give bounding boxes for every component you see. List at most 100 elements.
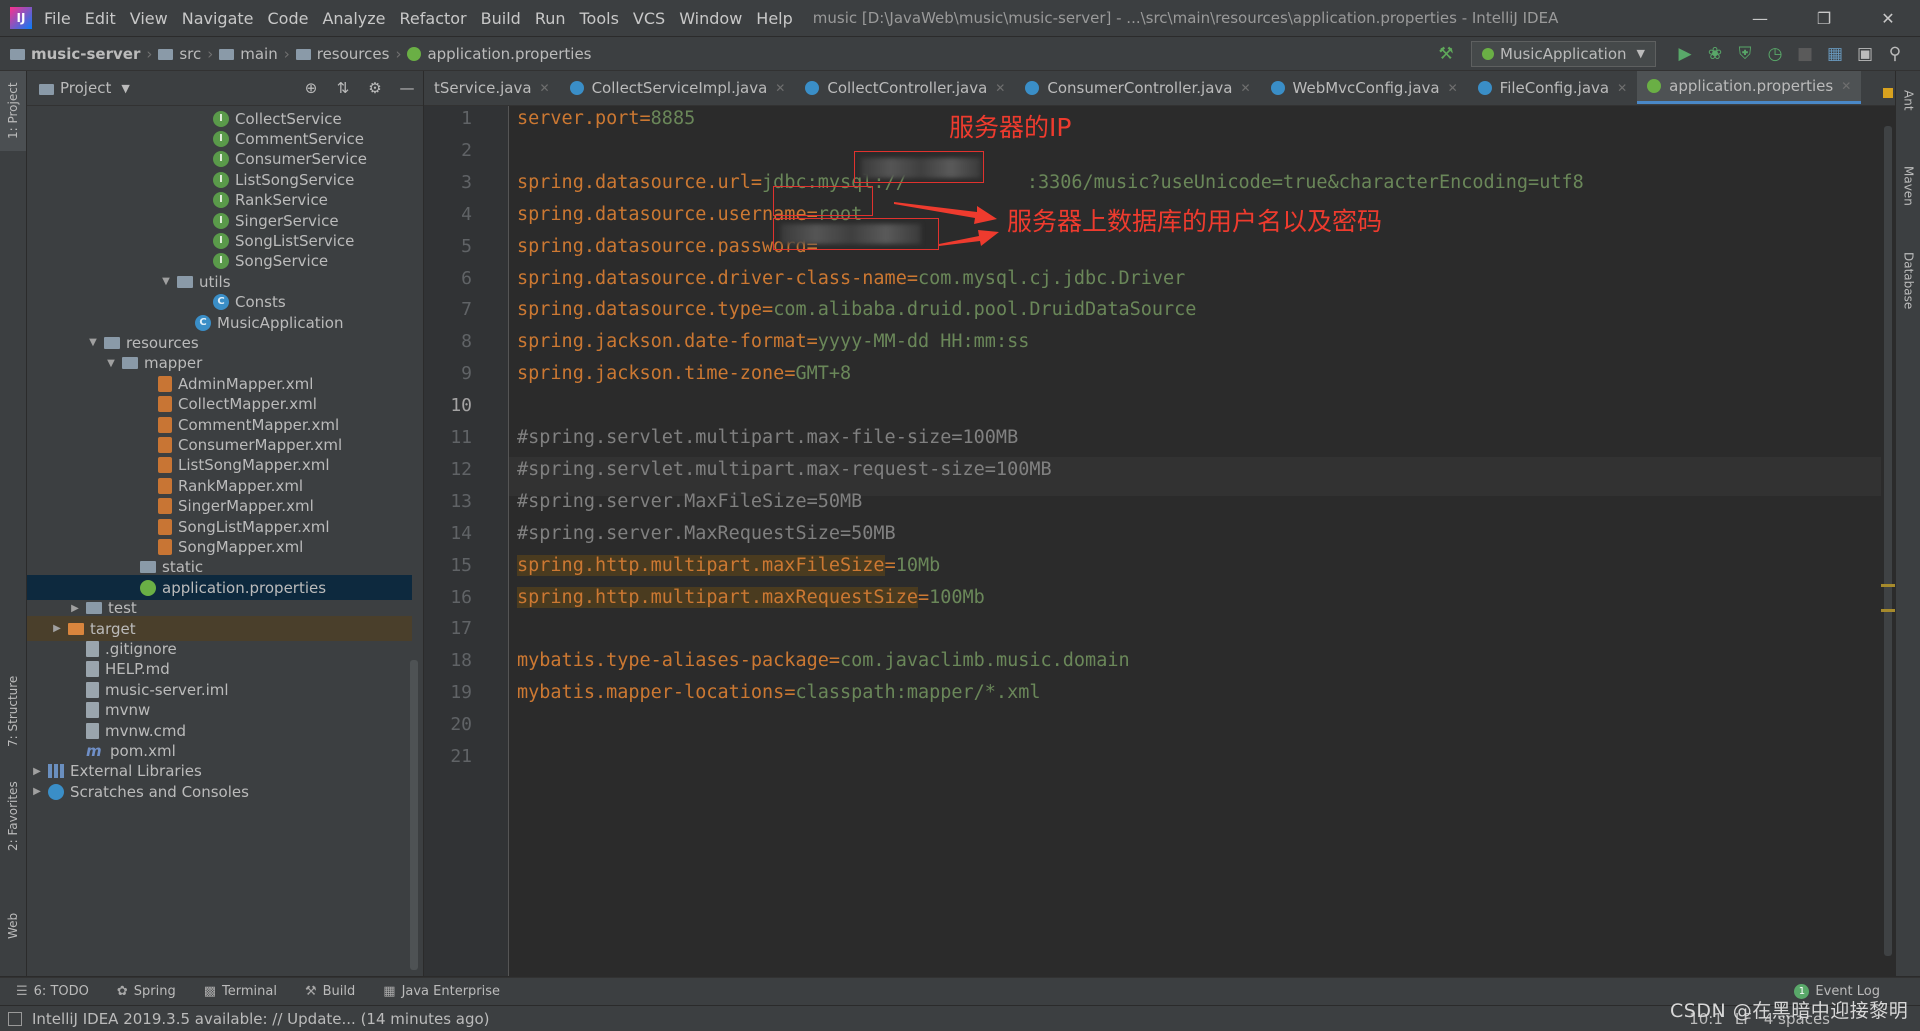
collapsed-arrow-icon[interactable]: ▶ xyxy=(30,766,44,777)
code-editor[interactable]: server.port=8885 spring.datasource.url=jd… xyxy=(509,106,1881,976)
gear-icon[interactable]: ⚙ xyxy=(359,79,391,97)
menu-vcs[interactable]: VCS xyxy=(633,9,665,28)
spring-tool-button[interactable]: ✿ Spring xyxy=(117,984,176,999)
build-tool-button[interactable]: ⚒ Build xyxy=(305,984,355,999)
menu-analyze[interactable]: Analyze xyxy=(322,9,385,28)
menu-file[interactable]: File xyxy=(44,9,71,28)
database-tool-tab[interactable]: Database xyxy=(1896,231,1920,331)
terminal-tool-button[interactable]: ▩ Terminal xyxy=(204,984,277,999)
menu-run[interactable]: Run xyxy=(535,9,566,28)
debug-icon[interactable]: ❀ xyxy=(1700,44,1730,64)
property-value: com.mysql.cj.jdbc.Driver xyxy=(917,267,1186,289)
run-configuration-select[interactable]: MusicApplication ▼ xyxy=(1471,40,1656,67)
breadcrumb-item[interactable]: main xyxy=(240,45,277,63)
close-tab-icon[interactable]: ✕ xyxy=(1841,79,1851,93)
project-panel-title[interactable]: Project xyxy=(60,79,111,97)
close-tab-icon[interactable]: ✕ xyxy=(1240,81,1250,95)
menu-edit[interactable]: Edit xyxy=(85,9,116,28)
structure-tool-tab[interactable]: 7: Structure xyxy=(0,666,26,756)
collapsed-arrow-icon[interactable]: ▶ xyxy=(68,603,82,614)
list-icon: ☰ xyxy=(16,984,28,999)
expanded-arrow-icon[interactable]: ▼ xyxy=(159,276,173,287)
scrollbar-thumb[interactable] xyxy=(1884,126,1892,956)
chevron-down-icon[interactable]: ▼ xyxy=(121,82,129,95)
restore-icon[interactable]: ❐ xyxy=(1792,0,1856,36)
tree-item-label: External Libraries xyxy=(70,762,202,781)
close-tab-icon[interactable]: ✕ xyxy=(995,81,1005,95)
status-icon[interactable] xyxy=(8,1011,22,1026)
status-message[interactable]: IntelliJ IDEA 2019.3.5 available: // Upd… xyxy=(32,1010,490,1028)
profile-icon[interactable]: ◷ xyxy=(1760,44,1790,64)
tree-item-label: SongMapper.xml xyxy=(178,537,304,556)
code-comment: #spring.servlet.multipart.max-file-size=… xyxy=(517,427,1019,448)
ant-tool-tab[interactable]: Ant xyxy=(1896,75,1920,125)
editor-tab[interactable]: ConsumerController.java ✕ xyxy=(1015,71,1260,104)
expanded-arrow-icon[interactable]: ▼ xyxy=(104,358,118,369)
coverage-icon[interactable]: ⛨ xyxy=(1730,44,1760,64)
favorites-tool-tab[interactable]: 2: Favorites xyxy=(0,771,26,861)
tree-item-label: test xyxy=(108,599,137,618)
editor-tab[interactable]: WebMvcConfig.java ✕ xyxy=(1261,71,1468,104)
close-tab-icon[interactable]: ✕ xyxy=(1448,81,1458,95)
hide-icon[interactable]: — xyxy=(391,79,423,97)
menu-navigate[interactable]: Navigate xyxy=(182,9,254,28)
project-tool-tab[interactable]: 1: Project xyxy=(0,71,26,151)
editor-tab[interactable]: application.properties ✕ xyxy=(1637,71,1862,104)
close-tab-icon[interactable]: ✕ xyxy=(775,81,785,95)
error-stripe-marker[interactable] xyxy=(1881,609,1895,612)
editor-tab[interactable]: FileConfig.java ✕ xyxy=(1468,71,1638,104)
project-scrollbar[interactable] xyxy=(410,660,418,970)
build-hammer-icon[interactable]: ⚒ xyxy=(1431,44,1461,64)
presentation-icon[interactable]: ▣ xyxy=(1850,44,1880,64)
editor-scrollbar[interactable] xyxy=(1881,88,1895,976)
menu-build[interactable]: Build xyxy=(481,9,521,28)
close-tab-icon[interactable]: ✕ xyxy=(540,81,550,95)
breadcrumb-item[interactable]: application.properties xyxy=(427,45,591,63)
web-tool-tab[interactable]: Web xyxy=(0,901,26,951)
property-key: mybatis.type-aliases-package xyxy=(517,650,829,672)
code-line: spring.datasource.url=jdbc:mysql://:3306… xyxy=(517,168,1584,198)
editor-tab[interactable]: CollectController.java ✕ xyxy=(795,71,1015,104)
expanded-arrow-icon[interactable]: ▼ xyxy=(86,337,100,348)
collapse-all-icon[interactable]: ⇅ xyxy=(327,79,359,97)
folder-icon xyxy=(177,275,193,288)
interface-icon: I xyxy=(213,192,229,209)
editor-tab[interactable]: CollectServiceImpl.java ✕ xyxy=(560,71,796,104)
menu-tools[interactable]: Tools xyxy=(580,9,619,28)
code-line: server.port=8885 xyxy=(517,104,695,134)
java-class-icon xyxy=(805,80,820,95)
editor-tab[interactable]: tService.java ✕ xyxy=(424,71,560,104)
search-icon[interactable]: ⚲ xyxy=(1880,44,1910,64)
build-label: Build xyxy=(322,984,356,999)
collapsed-arrow-icon[interactable]: ▶ xyxy=(50,623,64,634)
breadcrumb-item[interactable]: src xyxy=(179,45,201,63)
tree-item-label: CommentMapper.xml xyxy=(178,415,340,434)
menu-help[interactable]: Help xyxy=(756,9,792,28)
todo-tool-button[interactable]: ☰ 6: TODO xyxy=(16,984,89,999)
close-icon[interactable]: ✕ xyxy=(1856,0,1920,36)
menu-refactor[interactable]: Refactor xyxy=(400,9,467,28)
java-enterprise-tool-button[interactable]: ▦ Java Enterprise xyxy=(383,984,500,999)
breadcrumb-item[interactable]: resources xyxy=(317,45,390,63)
menu-view[interactable]: View xyxy=(130,9,168,28)
close-tab-icon[interactable]: ✕ xyxy=(1617,81,1627,95)
menu-window[interactable]: Window xyxy=(679,9,742,28)
property-separator: = xyxy=(639,108,651,129)
maven-tool-tab[interactable]: Maven xyxy=(1896,151,1920,221)
run-icon[interactable]: ▶ xyxy=(1670,44,1700,64)
menu-code[interactable]: Code xyxy=(268,9,309,28)
collapsed-arrow-icon[interactable]: ▶ xyxy=(30,786,44,797)
property-separator: = xyxy=(828,650,841,672)
error-stripe-marker[interactable] xyxy=(1881,584,1895,587)
stop-icon[interactable]: ■ xyxy=(1790,44,1820,64)
project-structure-icon[interactable]: ▦ xyxy=(1820,44,1850,64)
inspection-status-icon[interactable] xyxy=(1883,88,1893,98)
tree-item-label: mapper xyxy=(144,354,203,373)
breadcrumb-item[interactable]: music-server xyxy=(31,45,140,63)
property-key: spring.datasource.url xyxy=(517,171,751,193)
locate-icon[interactable]: ⊕ xyxy=(295,79,327,97)
minimize-icon[interactable]: — xyxy=(1728,0,1792,36)
resources-folder-icon xyxy=(104,336,120,349)
tree-item[interactable]: ▶ Scratches and Consoles xyxy=(27,779,412,804)
username-highlight-box xyxy=(773,186,873,216)
